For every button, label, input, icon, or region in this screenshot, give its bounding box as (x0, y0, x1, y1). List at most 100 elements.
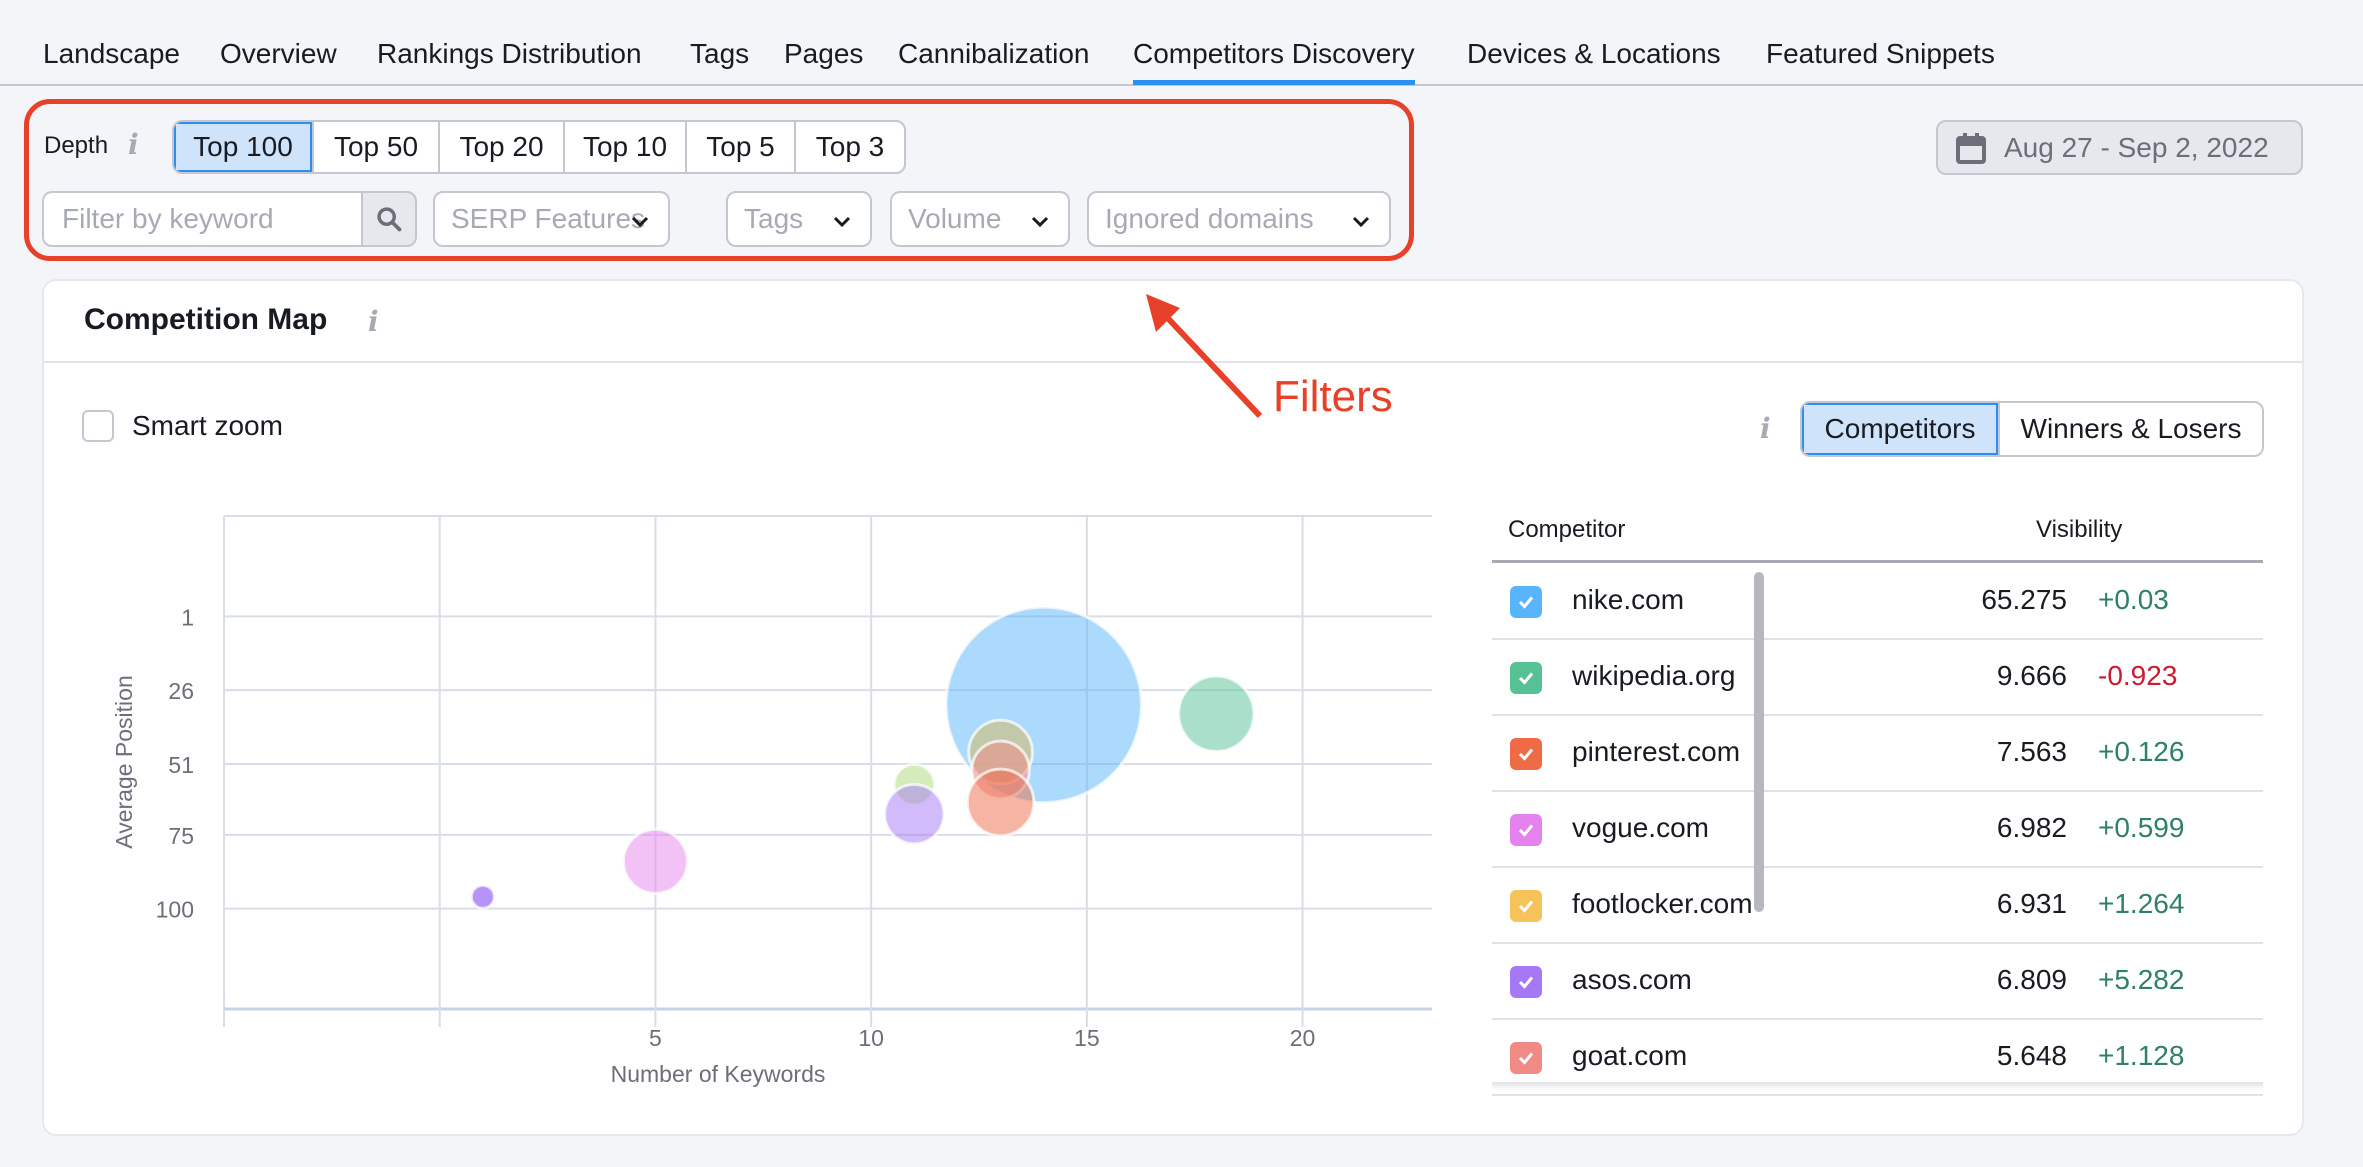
competitor-checkbox[interactable] (1510, 586, 1542, 618)
visibility-value: 5.648 (1996, 1040, 2067, 1071)
competitor-row: nike.com 65.275 +0.03 (1492, 564, 2263, 640)
calendar-icon (1956, 132, 1986, 164)
ignored-domains-label: Ignored domains (1105, 203, 1314, 234)
tab-overview[interactable]: Overview (220, 38, 337, 70)
y-tick-label: 1 (181, 604, 194, 630)
competitor-domain: pinterest.com (1572, 736, 1741, 767)
chevron-down-icon (1352, 216, 1370, 228)
competitor-domain: wikipedia.org (1572, 660, 1736, 691)
depth-info-icon[interactable]: i (128, 128, 139, 161)
depth-top-10[interactable]: Top 10 (565, 122, 687, 172)
x-axis-title: Number of Keywords (611, 1061, 826, 1087)
date-range-label: Aug 27 - Sep 2, 2022 (2004, 131, 2269, 163)
tab-landscape[interactable]: Landscape (43, 38, 180, 70)
competitor-checkbox[interactable] (1510, 738, 1542, 770)
competition-map-chart: 1 26 51 75 100 5 10 15 20 Number of Keywords Avera… (111, 515, 1432, 1087)
y-tick-label: 26 (168, 678, 194, 704)
competitor-checkbox[interactable] (1510, 966, 1542, 998)
competitor-checkbox[interactable] (1510, 814, 1542, 846)
y-tick-label: 75 (168, 823, 194, 849)
competitor-row: footlocker.com 6.931 +1.264 (1492, 868, 2263, 944)
depth-top-3[interactable]: Top 3 (796, 122, 904, 172)
visibility-change: +5.282 (2098, 964, 2185, 995)
competitor-row: wikipedia.org 9.666 -0.923 (1492, 640, 2263, 716)
bubble-other-purple[interactable] (883, 783, 946, 846)
mode-competitors[interactable]: Competitors (1802, 403, 2000, 455)
competitor-checkbox[interactable] (1510, 890, 1542, 922)
volume-label: Volume (908, 203, 1002, 234)
visibility-change: -0.923 (2098, 660, 2178, 691)
visibility-change: +0.03 (2098, 584, 2169, 615)
check-icon (1518, 824, 1534, 837)
competitor-domain: nike.com (1572, 584, 1685, 615)
smart-zoom-checkbox[interactable]: Smart zoom (82, 410, 283, 442)
tab-devices-locations[interactable]: Devices & Locations (1467, 38, 1721, 70)
competition-map-info-icon[interactable]: i (368, 305, 379, 338)
check-icon (1518, 1052, 1534, 1065)
competitor-domain: footlocker.com (1572, 888, 1753, 919)
depth-top-5[interactable]: Top 5 (687, 122, 796, 172)
tab-pages[interactable]: Pages (784, 38, 863, 70)
tab-rankings-distribution[interactable]: Rankings Distribution (377, 38, 642, 70)
visibility-change: +1.264 (2098, 888, 2185, 919)
bubble-asos-com[interactable] (469, 883, 496, 910)
header-competitor: Competitor (1508, 516, 1626, 543)
keyword-search-button[interactable] (361, 191, 417, 247)
serp-features-dropdown[interactable]: SERP Features (433, 191, 670, 247)
visibility-change: +1.128 (2098, 1040, 2185, 1071)
ignored-domains-dropdown[interactable]: Ignored domains (1087, 191, 1391, 247)
tab-featured-snippets[interactable]: Featured Snippets (1766, 38, 1995, 70)
tab-tags[interactable]: Tags (690, 38, 749, 70)
competitor-row: vogue.com 6.982 +0.599 (1492, 792, 2263, 868)
depth-selector: Top 100 Top 50 Top 20 Top 10 Top 5 Top 3 (172, 120, 906, 174)
volume-dropdown[interactable]: Volume (890, 191, 1070, 247)
y-tick-label: 100 (156, 897, 194, 923)
visibility-change: +0.599 (2098, 812, 2185, 843)
annotation-filters-label: Filters (1273, 372, 1393, 421)
competitor-checkbox[interactable] (1510, 662, 1542, 694)
report-tabs: Landscape Overview Rankings Distribution… (0, 0, 2363, 86)
x-tick-label: 15 (1074, 1025, 1100, 1051)
visibility-value: 6.982 (1996, 812, 2067, 843)
visibility-value: 6.931 (1996, 888, 2067, 919)
bubble-pinterest-com[interactable] (965, 767, 1036, 838)
tags-dropdown[interactable]: Tags (726, 191, 872, 247)
depth-top-50[interactable]: Top 50 (314, 122, 440, 172)
depth-top-100[interactable]: Top 100 (174, 122, 314, 172)
check-icon (1518, 976, 1534, 989)
visibility-change: +0.126 (2098, 736, 2185, 767)
tab-competitors-discovery[interactable]: Competitors Discovery (1133, 38, 1415, 85)
visibility-value: 6.809 (1996, 964, 2067, 995)
tags-label: Tags (744, 203, 804, 234)
chevron-down-icon (631, 216, 649, 228)
competitor-domain: asos.com (1572, 964, 1692, 995)
date-range-picker[interactable]: Aug 27 - Sep 2, 2022 (1936, 120, 2303, 175)
mode-info-icon[interactable]: i (1760, 412, 1771, 445)
competitor-row: pinterest.com 7.563 +0.126 (1492, 716, 2263, 792)
bubble-vogue-com[interactable] (621, 827, 689, 895)
mode-winners-losers[interactable]: Winners & Losers (2000, 403, 2262, 455)
x-tick-label: 10 (858, 1025, 884, 1051)
check-icon (1518, 672, 1534, 685)
checkbox-box[interactable] (82, 410, 114, 442)
table-scrollbar[interactable] (1754, 572, 1764, 912)
keyword-filter-input[interactable] (42, 191, 362, 247)
y-axis-title: Average Position (111, 675, 137, 848)
check-icon (1518, 596, 1534, 609)
bubble-wikipedia-org[interactable] (1177, 674, 1256, 753)
check-icon (1518, 748, 1534, 761)
depth-top-20[interactable]: Top 20 (440, 122, 565, 172)
smart-zoom-label: Smart zoom (132, 410, 283, 441)
chevron-down-icon (833, 216, 851, 228)
tab-cannibalization[interactable]: Cannibalization (898, 38, 1089, 70)
y-tick-label: 51 (168, 752, 194, 778)
competitor-checkbox[interactable] (1510, 1042, 1542, 1074)
x-tick-label: 5 (649, 1025, 662, 1051)
table-scroll-fade (1492, 1082, 2263, 1090)
annotation-arrow-icon (1146, 294, 1263, 419)
depth-label: Depth (44, 132, 109, 159)
visibility-value: 9.666 (1996, 660, 2067, 691)
mode-selector: Competitors Winners & Losers (1800, 401, 2264, 457)
competitor-domain: goat.com (1572, 1040, 1688, 1071)
check-icon (1518, 900, 1534, 913)
